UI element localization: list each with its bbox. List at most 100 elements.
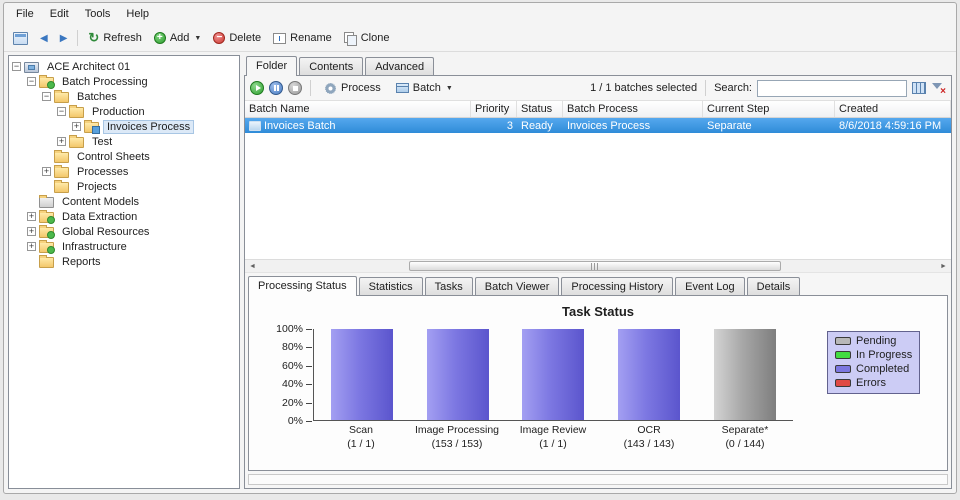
x-label-scan: Scan (1 / 1) xyxy=(313,424,409,451)
folder-icon xyxy=(39,254,54,268)
tree-item-infrastructure[interactable]: + Infrastructure xyxy=(9,239,239,254)
folder-icon xyxy=(54,89,69,103)
bottom-strip xyxy=(248,474,948,485)
tab-advanced[interactable]: Advanced xyxy=(365,57,435,75)
menu-edit[interactable]: Edit xyxy=(42,5,77,23)
tab-processing-history[interactable]: Processing History xyxy=(561,277,674,295)
column-header-created[interactable]: Created xyxy=(835,101,951,117)
collapse-icon[interactable]: − xyxy=(57,107,66,116)
tree-item-label: Batch Processing xyxy=(62,75,148,88)
legend-label: Pending xyxy=(856,335,897,347)
cell-text: Invoices Process xyxy=(567,119,651,132)
tab-event-log[interactable]: Event Log xyxy=(675,277,745,295)
expand-icon[interactable]: + xyxy=(57,137,66,146)
search-input[interactable] xyxy=(757,79,907,97)
delete-button[interactable]: − Delete xyxy=(208,29,266,47)
tree-item-batch-processing[interactable]: − Batch Processing xyxy=(9,74,239,89)
tree-item-processes[interactable]: + Processes xyxy=(9,164,239,179)
chart-legend: Pending In Progress Completed Errors xyxy=(827,331,921,394)
tree-item-production[interactable]: − Production xyxy=(9,104,239,119)
bar-slot xyxy=(506,329,602,420)
filter-icon[interactable] xyxy=(931,82,946,97)
view-columns-icon[interactable] xyxy=(912,82,926,94)
menu-tools[interactable]: Tools xyxy=(77,5,119,23)
tree-item-batches[interactable]: − Batches xyxy=(9,89,239,104)
scroll-right-icon[interactable]: ► xyxy=(936,260,951,272)
column-header-batch-process[interactable]: Batch Process xyxy=(563,101,703,117)
tree-item-projects[interactable]: Projects xyxy=(9,179,239,194)
batch-toolbar: Process Batch ▼ 1 / 1 batches selected Se… xyxy=(245,76,951,101)
grip-icon xyxy=(590,262,599,270)
column-header-current-step[interactable]: Current Step xyxy=(703,101,835,117)
bar-separate xyxy=(714,329,777,420)
category-count: (143 / 143) xyxy=(623,437,675,450)
tab-tasks[interactable]: Tasks xyxy=(424,277,473,295)
tab-contents[interactable]: Contents xyxy=(299,57,364,75)
expand-icon[interactable]: + xyxy=(72,122,81,131)
horizontal-scrollbar[interactable]: ◄ ► xyxy=(245,259,951,273)
forward-button[interactable]: ▶ xyxy=(55,30,73,47)
tree-item-test[interactable]: + Test xyxy=(9,134,239,149)
scroll-track[interactable] xyxy=(260,260,936,272)
collapse-icon[interactable]: − xyxy=(12,62,21,71)
tab-folder[interactable]: Folder xyxy=(246,56,298,76)
bar-slot xyxy=(697,329,793,420)
clone-button[interactable]: Clone xyxy=(339,29,395,48)
y-tick-label: 80% xyxy=(281,341,313,354)
tree-item-data-extraction[interactable]: + Data Extraction xyxy=(9,209,239,224)
folder-blue-icon xyxy=(84,119,100,134)
gear-icon xyxy=(324,81,337,95)
category-name: Image Processing xyxy=(414,424,500,436)
cell-text: 3 xyxy=(506,119,513,132)
toolbar-separator xyxy=(310,80,311,96)
tab-details[interactable]: Details xyxy=(746,277,801,295)
chart-title: Task Status xyxy=(561,304,634,319)
back-button[interactable]: ◀ xyxy=(35,30,53,47)
column-header-priority[interactable]: Priority xyxy=(471,101,517,117)
expand-icon[interactable]: + xyxy=(27,227,36,236)
rename-button[interactable]: Rename xyxy=(268,29,337,47)
scroll-left-icon[interactable]: ◄ xyxy=(245,260,260,272)
tree-item-content-models[interactable]: Content Models xyxy=(9,194,239,209)
refresh-button[interactable]: ↻ Refresh xyxy=(83,29,146,47)
process-button[interactable]: Process xyxy=(319,79,386,98)
table-row[interactable]: Invoices Batch 3 Ready Invoices Process Sepa… xyxy=(245,118,951,133)
tab-processing-status[interactable]: Processing Status xyxy=(248,276,357,296)
tree-item-ace-architect-01[interactable]: − ACE Architect 01 xyxy=(9,59,239,74)
cell-batch-process: Invoices Process xyxy=(563,120,703,132)
batch-menu-button[interactable]: Batch ▼ xyxy=(391,79,458,97)
menu-file[interactable]: File xyxy=(8,5,42,23)
category-name: Separate* xyxy=(721,424,769,436)
collapse-icon[interactable]: − xyxy=(42,92,51,101)
legend-label: In Progress xyxy=(856,349,913,361)
add-button[interactable]: + Add ▼ xyxy=(149,29,207,47)
legend-item-completed: Completed xyxy=(835,363,912,375)
bar-scan xyxy=(330,329,393,420)
folder-tabs: Folder Contents Advanced xyxy=(244,55,952,76)
category-count: (1 / 1) xyxy=(539,437,567,450)
legend-item-pending: Pending xyxy=(835,335,912,347)
collapse-icon[interactable]: − xyxy=(27,77,36,86)
start-processing-icon[interactable] xyxy=(250,81,264,95)
batch-icon xyxy=(395,83,409,93)
folder-icon xyxy=(54,179,69,193)
stop-icon[interactable] xyxy=(288,81,302,95)
pause-icon[interactable] xyxy=(269,81,283,95)
menu-help[interactable]: Help xyxy=(118,5,157,23)
plot-area xyxy=(313,329,793,421)
tree-item-reports[interactable]: Reports xyxy=(9,254,239,269)
tree-item-global-resources[interactable]: + Global Resources xyxy=(9,224,239,239)
column-header-status[interactable]: Status xyxy=(517,101,563,117)
scroll-thumb[interactable] xyxy=(408,261,781,271)
views-button[interactable] xyxy=(8,29,33,48)
expand-icon[interactable]: + xyxy=(27,242,36,251)
tab-batch-viewer[interactable]: Batch Viewer xyxy=(474,277,560,295)
tree-item-control-sheets[interactable]: Control Sheets xyxy=(9,149,239,164)
app-icon xyxy=(13,31,28,45)
tab-statistics[interactable]: Statistics xyxy=(358,277,423,295)
tree-item-invoices-process[interactable]: + Invoices Process xyxy=(9,119,239,134)
expand-icon[interactable]: + xyxy=(42,167,51,176)
column-header-batch-name[interactable]: Batch Name xyxy=(245,101,471,117)
expand-icon[interactable]: + xyxy=(27,212,36,221)
legend-swatch xyxy=(835,337,851,345)
